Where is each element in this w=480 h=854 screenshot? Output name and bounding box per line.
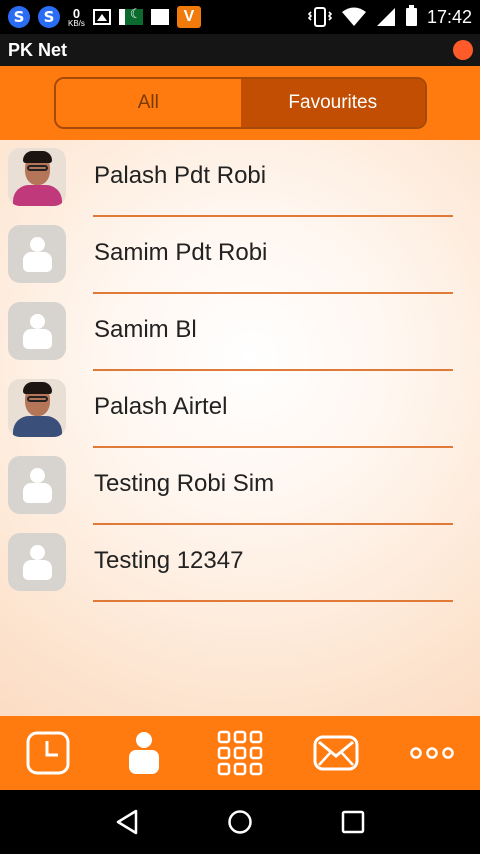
default-contact-avatar-icon — [8, 456, 66, 514]
contact-row[interactable]: Testing 12347 — [0, 525, 480, 602]
s-app-icon: S — [38, 6, 60, 28]
messages-icon[interactable] — [306, 723, 366, 783]
bottom-nav — [0, 716, 480, 790]
contact-name: Palash Pdt Robi — [94, 162, 267, 189]
app-title: PK Net — [8, 39, 68, 60]
s-app-icon: S — [8, 6, 30, 28]
contact-photo-avatar — [8, 379, 66, 437]
image-icon — [92, 9, 111, 25]
vibrate-icon — [307, 7, 332, 27]
battery-icon — [405, 5, 417, 26]
contact-row[interactable]: Samim Pdt Robi — [0, 217, 480, 294]
default-contact-avatar-icon — [8, 533, 66, 591]
dialpad-icon[interactable] — [210, 723, 270, 783]
contact-name: Testing 12347 — [94, 547, 244, 574]
row-divider — [93, 600, 453, 602]
data-speed-unit: KB/s — [68, 18, 85, 28]
contact-row[interactable]: Samim Bl — [0, 294, 480, 371]
contact-row[interactable]: Palash Airtel — [0, 371, 480, 448]
square-icon — [150, 9, 169, 25]
data-speed-value: 0 — [72, 5, 81, 21]
contact-name: Samim Bl — [94, 316, 197, 343]
tab-favourites[interactable]: Favourites — [240, 79, 425, 127]
segmented-tabs: All Favourites — [54, 77, 427, 129]
vimeo-icon: V — [176, 6, 201, 28]
status-bar: S S 0 KB/s V 17:42 — [0, 0, 480, 34]
contact-row[interactable]: Testing Robi Sim — [0, 448, 480, 525]
wifi-icon — [341, 7, 366, 27]
pakistan-flag-icon — [118, 6, 143, 25]
signal-icon — [376, 7, 396, 27]
default-contact-avatar-icon — [8, 225, 66, 283]
tab-bar: All Favourites — [0, 66, 480, 140]
app-bar: PK Net — [0, 34, 480, 66]
favourites-contact-list: Palash Pdt Robi Samim Pdt Robi Samim Bl … — [0, 140, 480, 716]
recents-icon[interactable] — [333, 802, 373, 842]
more-icon[interactable] — [402, 723, 462, 783]
data-speed-icon: 0 KB/s — [68, 7, 85, 28]
connection-status-dot[interactable] — [453, 40, 473, 60]
back-icon[interactable] — [107, 802, 147, 842]
history-icon[interactable] — [18, 723, 78, 783]
system-nav-bar — [0, 790, 480, 854]
default-contact-avatar-icon — [8, 302, 66, 360]
contact-photo-avatar — [8, 148, 66, 206]
contact-name: Palash Airtel — [94, 393, 228, 420]
contact-name: Testing Robi Sim — [94, 470, 275, 497]
clock: 17:42 — [426, 6, 472, 27]
contacts-icon[interactable] — [114, 723, 174, 783]
status-left: S S 0 KB/s V — [8, 6, 201, 28]
tab-all[interactable]: All — [56, 79, 241, 127]
status-right: 17:42 — [307, 5, 472, 28]
contact-row[interactable]: Palash Pdt Robi — [0, 140, 480, 217]
contact-name: Samim Pdt Robi — [94, 239, 268, 266]
home-icon[interactable] — [220, 802, 260, 842]
